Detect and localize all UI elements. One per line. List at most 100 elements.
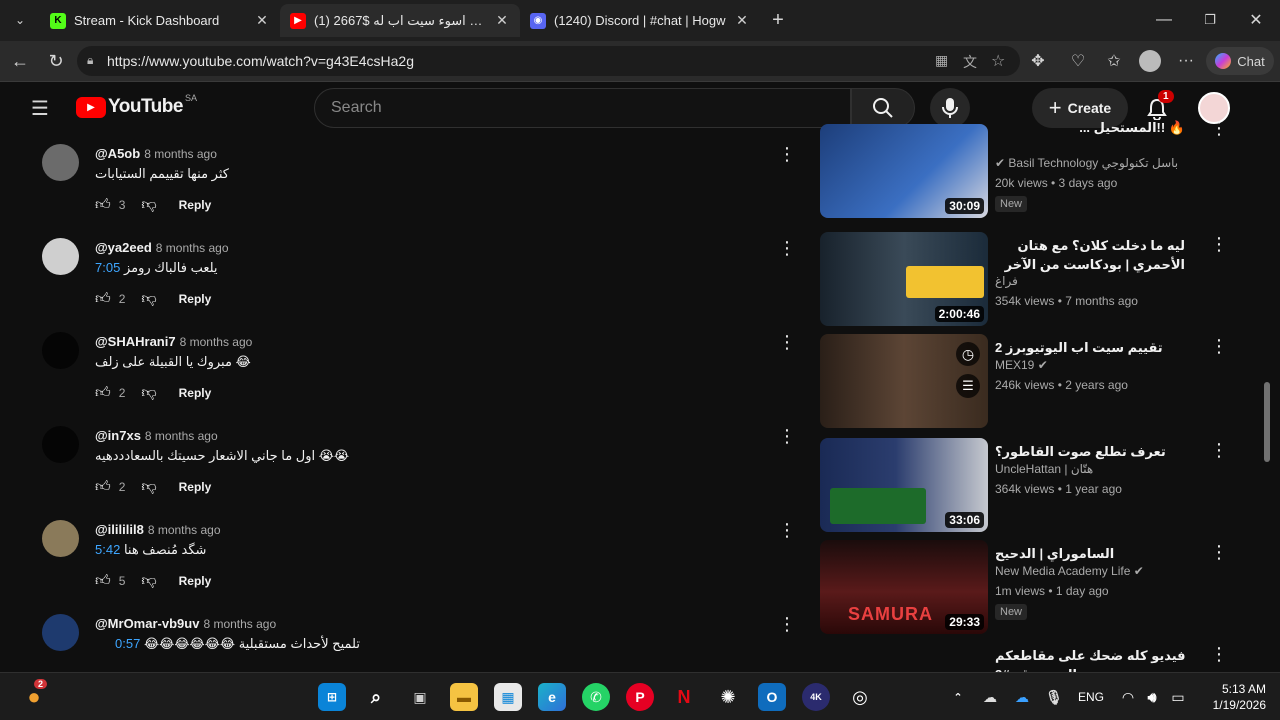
comment-age[interactable]: 8 months ago <box>156 241 229 255</box>
page-scrollbar[interactable] <box>1264 382 1270 462</box>
reply-button[interactable]: Reply <box>179 198 212 212</box>
video-thumbnail[interactable]: 30:09 <box>820 124 988 218</box>
add-to-queue-icon[interactable]: ☰ <box>956 374 980 398</box>
video-thumbnail[interactable]: ◷ ☰ <box>820 334 988 428</box>
search-input[interactable]: Search <box>314 88 851 128</box>
comment-menu-icon[interactable]: ⋮ <box>778 238 796 258</box>
watch-later-icon[interactable]: ◷ <box>956 342 980 366</box>
apps-icon[interactable]: ▦ <box>935 52 948 69</box>
chatgpt-icon[interactable]: ✺ <box>714 683 742 711</box>
show-hidden-icons[interactable]: ⌃ <box>944 683 972 711</box>
translate-icon[interactable]: 文 <box>963 52 977 72</box>
video-title[interactable]: ليه ما دخلت كلان؟ مع هتان الأحمري | بودك… <box>995 236 1185 274</box>
video-thumbnail[interactable]: SAMURA 29:33 <box>820 540 988 634</box>
outlook-icon[interactable]: O <box>758 683 786 711</box>
volume-icon[interactable]: 🔊︎ <box>1138 683 1166 711</box>
favorites-icon[interactable]: ✩ <box>1102 49 1126 73</box>
like-icon[interactable]: 👍︎ <box>95 290 111 308</box>
reply-button[interactable]: Reply <box>179 574 212 588</box>
obs-icon[interactable]: ◎ <box>846 683 874 711</box>
tab-kick[interactable]: K Stream - Kick Dashboard ✕ <box>40 4 280 37</box>
reply-button[interactable]: Reply <box>179 292 212 306</box>
avatar[interactable] <box>42 520 79 557</box>
microphone-icon[interactable]: 🎙︎ <box>1040 683 1068 711</box>
tab-actions-icon[interactable]: ⌄ <box>8 8 32 32</box>
video-channel[interactable]: UncleHattan | هتّان <box>995 462 1093 476</box>
related-video[interactable]: 33:06 تعرف تطلع صوت القاطور؟ UncleHattan… <box>820 438 1228 534</box>
video-channel[interactable]: فراغ <box>995 274 1018 288</box>
comment-age[interactable]: 8 months ago <box>144 147 217 161</box>
video-channel[interactable]: ✔︎ Basil Technology باسل تكنولوجي <box>995 156 1178 170</box>
restore-icon[interactable]: ❐ <box>1198 8 1222 32</box>
dislike-icon[interactable]: 👎︎ <box>141 196 156 214</box>
video-title[interactable]: ... المستحيل!! 🔥 <box>995 118 1185 137</box>
comment-age[interactable]: 8 months ago <box>145 429 218 443</box>
video-channel[interactable]: MEX19 ✔︎ <box>995 358 1048 372</box>
reply-button[interactable]: Reply <box>179 480 212 494</box>
avatar[interactable] <box>42 426 79 463</box>
tab-youtube[interactable]: ▶ (1) اسوء سيت اب له $2667 😂 🖥️ - ✕ <box>280 4 520 37</box>
clock[interactable]: 5:13 AM 1/19/2026 <box>1196 681 1266 713</box>
favorite-star-icon[interactable]: ☆ <box>991 51 1005 71</box>
minimize-icon[interactable]: — <box>1152 8 1176 32</box>
hamburger-menu-icon[interactable]: ☰ <box>26 96 54 120</box>
close-icon[interactable]: ✕ <box>254 12 270 29</box>
netflix-icon[interactable]: N <box>670 683 698 711</box>
comment-age[interactable]: 8 months ago <box>148 523 221 537</box>
video-channel[interactable]: New Media Academy Life ✔︎ <box>995 564 1144 578</box>
like-icon[interactable]: 👍︎ <box>95 384 111 402</box>
comment-age[interactable]: 8 months ago <box>203 617 276 631</box>
profile-icon[interactable] <box>1138 49 1162 73</box>
related-video[interactable]: 2:00:46 ليه ما دخلت كلان؟ مع هتان الأحمر… <box>820 232 1228 328</box>
related-video[interactable]: ◷ ☰ تقييم سيت اب اليوتيوبرز 2 MEX19 ✔︎ 2… <box>820 334 1228 430</box>
avatar[interactable] <box>42 614 79 651</box>
comment-author[interactable]: @SHAHrani7 <box>95 334 176 349</box>
avatar[interactable] <box>42 238 79 275</box>
like-icon[interactable]: 👍︎ <box>95 478 111 496</box>
video-menu-icon[interactable]: ⋮ <box>1210 440 1228 461</box>
comment-author[interactable]: @MrOmar-vb9uv <box>95 616 199 631</box>
url-field[interactable]: 🔒︎ https://www.youtube.com/watch?v=g43E4… <box>77 46 1020 76</box>
video-menu-icon[interactable]: ⋮ <box>1210 336 1228 357</box>
file-explorer-icon[interactable]: ▬ <box>450 683 478 711</box>
comment-menu-icon[interactable]: ⋮ <box>778 144 796 164</box>
weather-widget[interactable]: ● 2 <box>20 679 48 711</box>
edge-icon[interactable]: e <box>538 683 566 711</box>
back-icon[interactable]: ← <box>8 49 32 73</box>
battery-icon[interactable]: ▭ <box>1164 683 1192 711</box>
cloud-icon[interactable]: ☁ <box>976 683 1004 711</box>
pinterest-icon[interactable]: P <box>626 683 654 711</box>
video-thumbnail[interactable]: 2:00:46 <box>820 232 988 326</box>
reply-button[interactable]: Reply <box>179 386 212 400</box>
video-thumbnail[interactable]: 33:06 <box>820 438 988 532</box>
related-video[interactable]: فيديو كله ضحك على مقاطعكم المسروقة #3 ⋮ <box>820 642 1228 672</box>
avatar[interactable] <box>42 332 79 369</box>
onedrive-icon[interactable]: ☁ <box>1008 683 1036 711</box>
close-icon[interactable]: ✕ <box>734 12 750 29</box>
search-button[interactable] <box>851 88 915 128</box>
comment-author[interactable]: @A5ob <box>95 146 140 161</box>
related-video[interactable]: SAMURA 29:33 الساموراي | الدحيح New Medi… <box>820 540 1228 636</box>
close-icon[interactable]: ✕ <box>494 12 510 29</box>
copilot-chat-button[interactable]: Chat <box>1206 47 1274 75</box>
comment-age[interactable]: 8 months ago <box>180 335 253 349</box>
dislike-icon[interactable]: 👎︎ <box>141 384 156 402</box>
comment-timestamp-link[interactable]: 5:42 <box>95 542 120 557</box>
window-close-icon[interactable]: ✕ <box>1244 8 1268 32</box>
video-menu-icon[interactable]: ⋮ <box>1210 234 1228 255</box>
comment-menu-icon[interactable]: ⋮ <box>778 332 796 352</box>
video-menu-icon[interactable]: ⋮ <box>1210 644 1228 665</box>
comment-menu-icon[interactable]: ⋮ <box>778 520 796 540</box>
task-view-icon[interactable]: ▣ <box>406 683 434 711</box>
comment-author[interactable]: @ilililil8 <box>95 522 144 537</box>
dislike-icon[interactable]: 👎︎ <box>141 478 156 496</box>
comment-author[interactable]: @ya2eed <box>95 240 152 255</box>
comment-menu-icon[interactable]: ⋮ <box>778 614 796 634</box>
comment-author[interactable]: @in7xs <box>95 428 141 443</box>
extensions-icon[interactable]: ✥ <box>1026 49 1050 73</box>
video-title[interactable]: الساموراي | الدحيح <box>995 544 1185 563</box>
video-title[interactable]: تعرف تطلع صوت القاطور؟ <box>995 442 1185 461</box>
comment-timestamp-link[interactable]: 7:05 <box>95 260 120 275</box>
like-icon[interactable]: 👍︎ <box>95 196 111 214</box>
youtube-logo[interactable]: ▶ YouTube SA <box>76 93 197 118</box>
